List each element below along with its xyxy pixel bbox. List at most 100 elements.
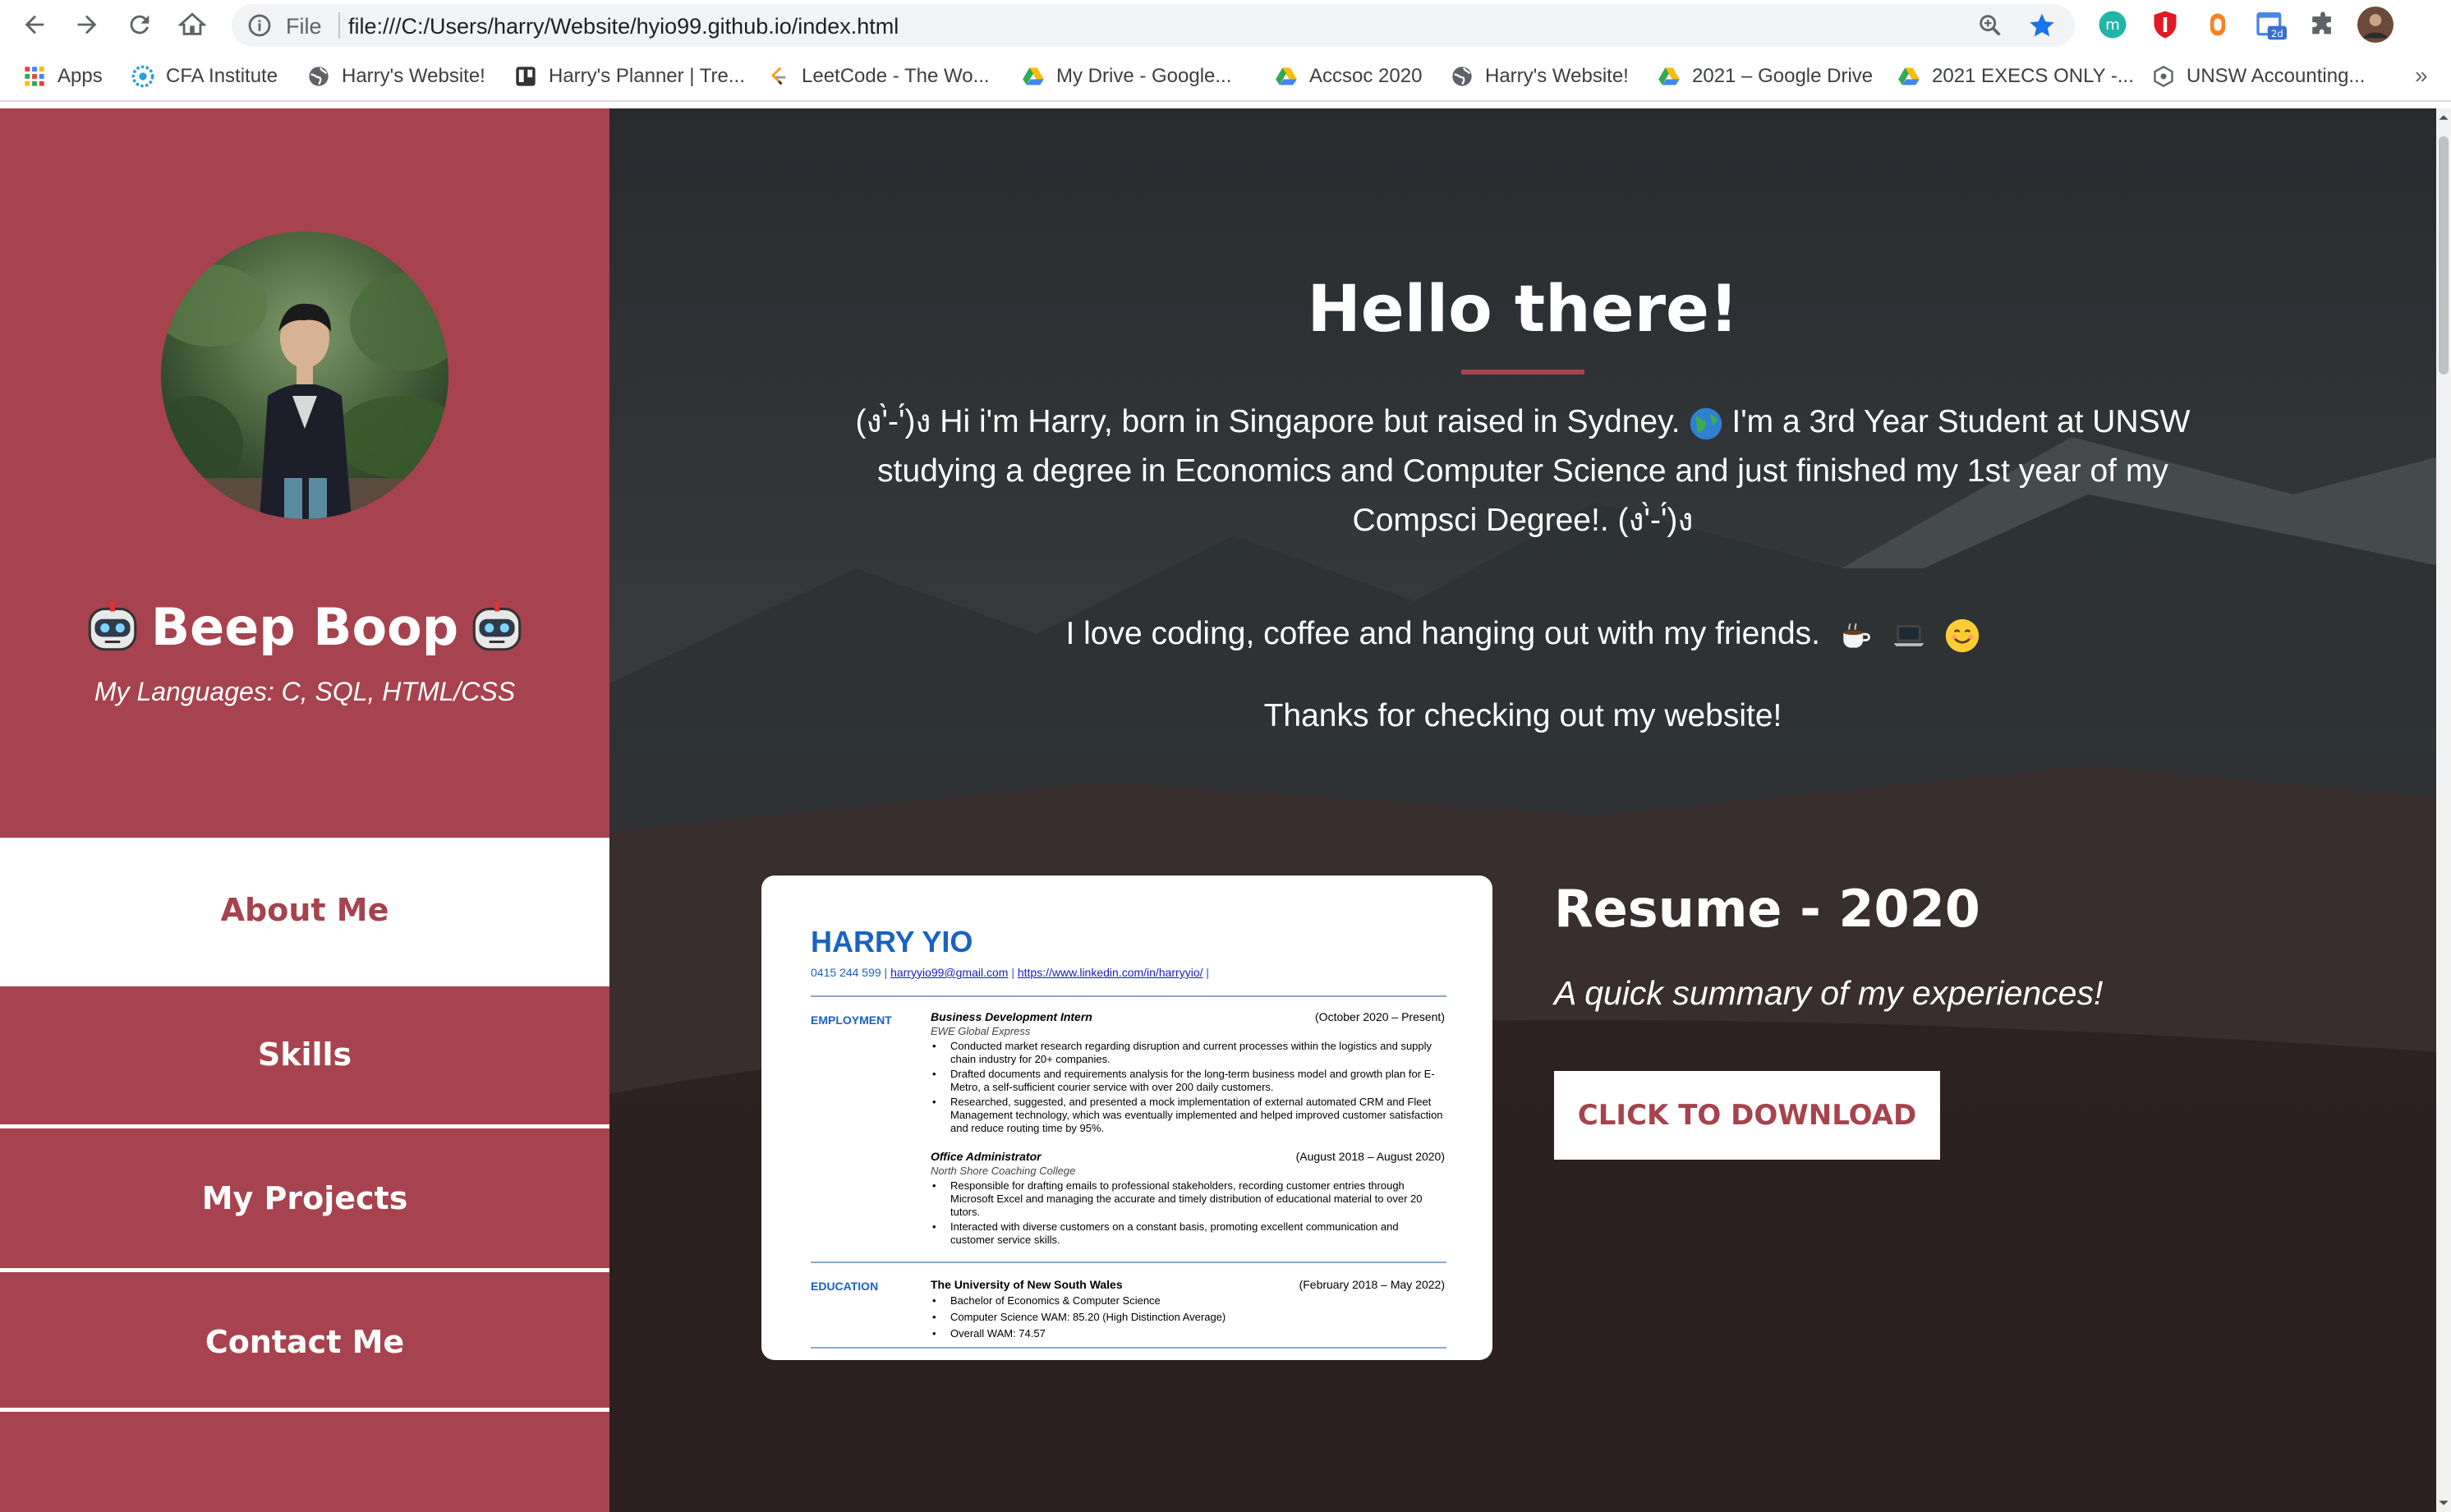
bookmark-label: Accsoc 2020 <box>1309 65 1423 87</box>
back-button[interactable] <box>15 5 54 44</box>
languages-subtitle: My Languages: C, SQL, HTML/CSS <box>94 677 516 706</box>
home-icon <box>178 12 206 35</box>
resume-edu-dates: (February 2018 – May 2022) <box>1299 1278 1445 1291</box>
profile-photo <box>161 232 448 519</box>
home-button[interactable] <box>172 5 212 44</box>
intro-text-part1: (ง'̀-'́)ง Hi i'm Harry, born in Singapor… <box>855 404 1681 439</box>
calendar-extension-icon[interactable]: 2d <box>2254 8 2287 41</box>
resume-divider <box>811 1262 1446 1263</box>
forward-arrow-icon <box>77 15 97 34</box>
robot-icon <box>472 601 522 651</box>
sidebar: Beep Boop My Languages: C, SQL, HTML/CSS… <box>0 108 609 1512</box>
resume-job2-dates: (August 2018 – August 2020) <box>1295 1150 1445 1163</box>
bookmark-unsw-accounting[interactable]: UNSW Accounting... <box>2152 62 2365 90</box>
calendar-badge: 2d <box>2271 28 2283 39</box>
browser-toolbar: File file:///C:/Users/harry/Website/hyio… <box>0 0 2451 51</box>
page-scrollbar[interactable] <box>2436 108 2451 1512</box>
resume-preview-image[interactable]: HARRY YIO 0415 244 599 | harryyio99@gmai… <box>761 875 1492 1360</box>
reload-button[interactable] <box>120 5 159 44</box>
resume-email: harryyio99@gmail.com <box>890 966 1009 979</box>
resume-title: Resume - 2020 <box>1554 879 1980 939</box>
puzzle-extensions-icon[interactable] <box>2306 8 2339 41</box>
bookmark-label: My Drive - Google... <box>1056 65 1232 87</box>
nav-skills[interactable]: Skills <box>0 982 609 1127</box>
shield-extension-icon[interactable] <box>2149 8 2182 41</box>
bookmark-star-icon[interactable] <box>2027 11 2057 40</box>
coffee-emoji-icon <box>1843 623 1870 648</box>
bookmark-label: UNSW Accounting... <box>2187 65 2366 87</box>
url-text[interactable]: file:///C:/Users/harry/Website/hyio99.gi… <box>348 14 899 39</box>
profile-avatar-icon[interactable] <box>2357 7 2394 43</box>
nav-divider <box>0 1408 609 1412</box>
bookmark-harrys-website-2[interactable]: Harry's Website! <box>1451 62 1629 90</box>
bookmark-label: 2021 – Google Drive <box>1692 65 1874 87</box>
resume-job2-bullet: Responsible for drafting emails to profe… <box>932 1179 1443 1219</box>
intro-paragraph: (ง'̀-'́)ง Hi i'm Harry, born in Singapor… <box>833 398 2213 545</box>
resume-linkedin: https://www.linkedin.com/in/harryyio/ <box>1017 966 1203 979</box>
thanks-paragraph: Thanks for checking out my website! <box>1263 698 1782 733</box>
resume-edu-title: The University of New South Wales <box>931 1278 1123 1291</box>
resume-divider <box>811 995 1446 997</box>
love-text: I love coding, coffee and hanging out wi… <box>1065 616 1820 651</box>
resume-job2-title: Office Administrator <box>931 1150 1042 1163</box>
hello-heading: Hello there! <box>1307 273 1739 347</box>
resume-edu-bullet: Computer Science WAM: 85.20 (High Distin… <box>932 1311 1443 1324</box>
bookmark-leetcode[interactable]: LeetCode - The Wo... <box>767 62 990 90</box>
address-bar[interactable]: File file:///C:/Users/harry/Website/hyio… <box>232 4 2075 47</box>
bookmark-2021-google-drive[interactable]: 2021 – Google Drive <box>1658 62 1873 90</box>
scroll-up-arrow-icon[interactable] <box>2438 112 2449 123</box>
bookmarks-bar: Apps CFA Institute Harry's Website! Harr… <box>0 51 2451 102</box>
forward-button[interactable] <box>67 5 107 44</box>
m-extension-icon[interactable]: m <box>2096 8 2129 41</box>
nav-contact-me[interactable]: Contact Me <box>0 1270 609 1414</box>
bookmark-label: Harry's Planner | Tre... <box>549 65 745 87</box>
resume-name: HARRY YIO <box>811 925 973 958</box>
svg-text:m: m <box>2105 16 2120 34</box>
unsw-icon <box>2154 65 2173 88</box>
bookmark-label: Harry's Website! <box>1485 65 1629 87</box>
bookmark-cfa-institute[interactable]: CFA Institute <box>131 62 278 90</box>
bookmark-2021-execs-only[interactable]: 2021 EXECS ONLY -... <box>1897 62 2134 90</box>
globe-icon <box>1452 67 1472 86</box>
site-title: Beep Boop <box>0 596 609 657</box>
resume-job1-title: Business Development Intern <box>931 1010 1092 1023</box>
back-arrow-icon <box>25 15 44 34</box>
nav-my-projects[interactable]: My Projects <box>0 1126 609 1271</box>
resume-contact: 0415 244 599 | harryyio99@gmail.com | ht… <box>811 966 1210 979</box>
bookmark-label: CFA Institute <box>166 65 278 87</box>
bookmark-my-drive[interactable]: My Drive - Google... <box>1022 62 1231 90</box>
zoom-icon[interactable] <box>1976 11 2004 39</box>
google-drive-icon <box>1276 67 1297 85</box>
site-title-text: Beep Boop <box>150 596 459 657</box>
google-drive-icon <box>1658 67 1680 85</box>
scroll-down-arrow-icon[interactable] <box>2438 1497 2449 1509</box>
reload-icon <box>130 15 149 34</box>
url-scheme-label: File <box>286 14 322 39</box>
bookmark-label: 2021 EXECS ONLY -... <box>1932 65 2134 87</box>
bookmark-apps[interactable]: Apps <box>23 62 103 90</box>
resume-edu-bullet: Overall WAM: 74.57 <box>932 1327 1443 1340</box>
apps-grid-icon <box>25 67 44 86</box>
url-separator <box>338 12 340 39</box>
bookmark-accsoc-2020[interactable]: Accsoc 2020 <box>1275 62 1422 90</box>
bookmarks-overflow-button[interactable]: » <box>2415 62 2428 89</box>
nav-about-me[interactable]: About Me <box>0 838 609 982</box>
resume-job1-dates: (October 2020 – Present) <box>1315 1010 1445 1023</box>
resume-subtitle: A quick summary of my experiences! <box>1554 974 2104 1012</box>
bookmark-label: Harry's Website! <box>342 65 485 87</box>
cfa-icon <box>131 65 154 88</box>
bookmark-label: LeetCode - The Wo... <box>802 65 990 87</box>
resume-job2-bullet: Interacted with diverse customers on a c… <box>932 1220 1443 1247</box>
smiley-emoji-icon <box>1945 618 1979 652</box>
orange-extension-icon[interactable] <box>2201 8 2234 41</box>
info-icon[interactable] <box>246 12 273 39</box>
bookmark-harrys-website[interactable]: Harry's Website! <box>307 62 485 90</box>
resume-employment-label: EMPLOYMENT <box>811 1013 892 1027</box>
love-paragraph: I love coding, coffee and hanging out wi… <box>609 616 2436 654</box>
resume-education-label: EDUCATION <box>811 1280 879 1293</box>
scrollbar-thumb[interactable] <box>2439 136 2449 375</box>
resume-edu-bullet: Bachelor of Economics & Computer Science <box>932 1294 1443 1307</box>
bookmark-harrys-planner[interactable]: Harry's Planner | Tre... <box>514 62 745 90</box>
google-drive-icon <box>1023 67 1044 85</box>
download-resume-button[interactable]: CLICK TO DOWNLOAD <box>1554 1071 1940 1160</box>
